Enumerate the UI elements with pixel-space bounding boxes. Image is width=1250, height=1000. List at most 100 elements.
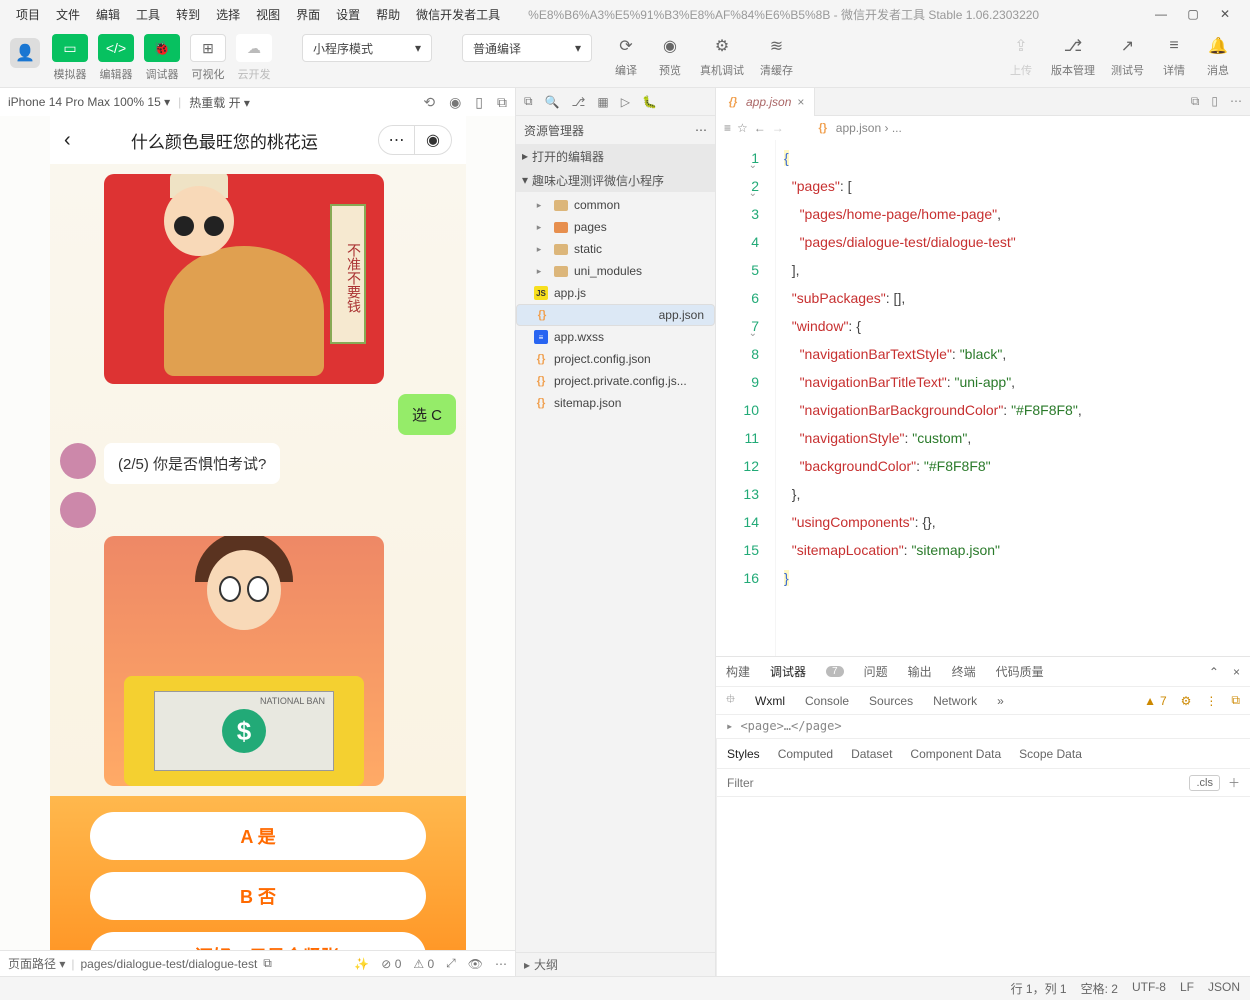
- tree-pages[interactable]: pages: [516, 216, 715, 238]
- close-tab-icon[interactable]: ×: [797, 95, 804, 109]
- menu-tool[interactable]: 工具: [128, 6, 168, 23]
- target-icon[interactable]: ◉: [415, 126, 451, 154]
- clear-cache-icon[interactable]: ≋: [763, 34, 791, 58]
- dtab-debugger[interactable]: 调试器: [770, 663, 806, 680]
- testno-icon[interactable]: ↗: [1114, 34, 1142, 58]
- menu-select[interactable]: 选择: [208, 6, 248, 23]
- bookmark-icon[interactable]: ☆: [737, 121, 748, 135]
- dsub-more-icon[interactable]: »: [997, 694, 1004, 708]
- dtab-terminal[interactable]: 终端: [952, 663, 976, 680]
- tree-project-config[interactable]: project.config.json: [516, 348, 715, 370]
- page-path-label[interactable]: 页面路径 ▾: [8, 955, 65, 972]
- copy-icon[interactable]: ⧉: [497, 94, 507, 111]
- maximize-icon[interactable]: ▢: [1186, 7, 1200, 21]
- dsub-sources[interactable]: Sources: [869, 694, 913, 708]
- dataset-tab[interactable]: Dataset: [851, 747, 892, 761]
- computed-tab[interactable]: Computed: [778, 747, 833, 761]
- search-icon[interactable]: 🔍: [545, 95, 560, 109]
- status-lang[interactable]: JSON: [1208, 980, 1240, 997]
- outline-section[interactable]: ▸大纲: [516, 952, 715, 976]
- cls-toggle[interactable]: .cls: [1189, 775, 1220, 791]
- ext-icon[interactable]: ▦: [597, 95, 608, 109]
- dsub-wxml[interactable]: Wxml: [755, 694, 785, 708]
- remote-debug-icon[interactable]: ⚙: [708, 34, 736, 58]
- tree-uni-modules[interactable]: uni_modules: [516, 260, 715, 282]
- menu-edit[interactable]: 编辑: [88, 6, 128, 23]
- code-source[interactable]: { "pages": [ "pages/home-page/home-page"…: [776, 140, 1250, 656]
- run-icon[interactable]: ▷: [621, 95, 630, 109]
- minimize-icon[interactable]: —: [1154, 7, 1168, 21]
- upload-icon[interactable]: ⇪: [1007, 34, 1035, 58]
- menu-file[interactable]: 文件: [48, 6, 88, 23]
- detail-icon[interactable]: ≡: [1160, 34, 1188, 58]
- expand-icon[interactable]: ⤢: [446, 956, 456, 971]
- menu-dots-icon[interactable]: ⋯: [379, 126, 415, 154]
- cloud-button[interactable]: ☁: [236, 34, 272, 62]
- tree-app-wxss[interactable]: ≡app.wxss: [516, 326, 715, 348]
- version-icon[interactable]: ⎇: [1059, 34, 1087, 58]
- menu-ui[interactable]: 界面: [288, 6, 328, 23]
- open-editors-section[interactable]: ▸打开的编辑器: [516, 144, 715, 168]
- gear-icon[interactable]: ⚙: [1181, 694, 1192, 708]
- wxml-tree[interactable]: ▸ <page>…</page>: [716, 715, 1250, 739]
- mode-select[interactable]: 小程序模式▾: [302, 34, 432, 62]
- dtab-build[interactable]: 构建: [726, 663, 750, 680]
- more-editor-icon[interactable]: ⋯: [1230, 94, 1242, 109]
- record-icon[interactable]: ◉: [449, 94, 461, 111]
- warn-icon[interactable]: ▲: [1144, 694, 1156, 708]
- dock-icon[interactable]: ⧉: [1231, 693, 1240, 708]
- editor-tab-app-json[interactable]: app.json×: [716, 88, 815, 116]
- dtab-problems[interactable]: 问题: [864, 663, 888, 680]
- gutter-toggle-icon[interactable]: ≡: [724, 121, 731, 135]
- explorer-more-icon[interactable]: ⋯: [695, 123, 707, 137]
- collapse-icon[interactable]: ⌃: [1209, 665, 1219, 679]
- menu-view[interactable]: 视图: [248, 6, 288, 23]
- close-icon[interactable]: ✕: [1218, 7, 1232, 21]
- menu-settings[interactable]: 设置: [328, 6, 368, 23]
- menu-help[interactable]: 帮助: [368, 6, 408, 23]
- status-enc[interactable]: UTF-8: [1132, 980, 1166, 997]
- status-line[interactable]: 行 1，列 1: [1011, 980, 1067, 997]
- nav-fwd-icon[interactable]: →: [772, 121, 784, 135]
- compile-select[interactable]: 普通编译▾: [462, 34, 592, 62]
- files-icon[interactable]: ⧉: [524, 94, 533, 109]
- dsub-network[interactable]: Network: [933, 694, 977, 708]
- compdata-tab[interactable]: Component Data: [910, 747, 1001, 761]
- simulator-button[interactable]: ▭: [52, 34, 88, 62]
- git-icon[interactable]: ⎇: [572, 95, 586, 109]
- back-icon[interactable]: ‹: [64, 129, 71, 152]
- tree-app-json[interactable]: app.json: [516, 304, 715, 326]
- scene-icon[interactable]: ✨: [354, 957, 369, 971]
- message-icon[interactable]: 🔔: [1204, 34, 1232, 58]
- bug-icon[interactable]: 🐛: [642, 95, 657, 109]
- scopedata-tab[interactable]: Scope Data: [1019, 747, 1082, 761]
- capsule[interactable]: ⋯◉: [378, 125, 452, 155]
- more-icon[interactable]: ⋯: [495, 957, 507, 971]
- dtab-quality[interactable]: 代码质量: [996, 663, 1044, 680]
- debugger-button[interactable]: 🐞: [144, 34, 180, 62]
- breadcrumb[interactable]: app.json › ...: [836, 121, 902, 135]
- copy-path-icon[interactable]: ⧉: [263, 956, 272, 971]
- add-style-icon[interactable]: ＋: [1228, 774, 1240, 791]
- inspect-icon[interactable]: ⯐: [726, 690, 735, 711]
- visual-button[interactable]: ⊞: [190, 34, 226, 62]
- answer-b[interactable]: B 否: [90, 872, 426, 920]
- tree-common[interactable]: common: [516, 194, 715, 216]
- layout-icon[interactable]: ▯: [1211, 94, 1218, 109]
- hot-reload-toggle[interactable]: 热重载 开 ▾: [189, 94, 250, 111]
- editor-button[interactable]: </>: [98, 34, 134, 62]
- answer-a[interactable]: A 是: [90, 812, 426, 860]
- nav-back-icon[interactable]: ←: [754, 121, 766, 135]
- answer-c[interactable]: C 还好，只是会紧张: [90, 932, 426, 950]
- styles-filter-input[interactable]: [727, 776, 1183, 790]
- status-spaces[interactable]: 空格: 2: [1081, 980, 1118, 997]
- tree-static[interactable]: static: [516, 238, 715, 260]
- vdots-icon[interactable]: ⋮: [1205, 694, 1217, 708]
- tree-app-js[interactable]: JSapp.js: [516, 282, 715, 304]
- compile-icon[interactable]: ⟳: [612, 34, 640, 58]
- device-icon[interactable]: ▯: [475, 94, 483, 111]
- menu-project[interactable]: 项目: [8, 6, 48, 23]
- project-section[interactable]: ▾趣味心理测评微信小程序: [516, 168, 715, 192]
- user-avatar[interactable]: 👤: [10, 38, 40, 68]
- hide-icon[interactable]: 👁: [468, 957, 483, 971]
